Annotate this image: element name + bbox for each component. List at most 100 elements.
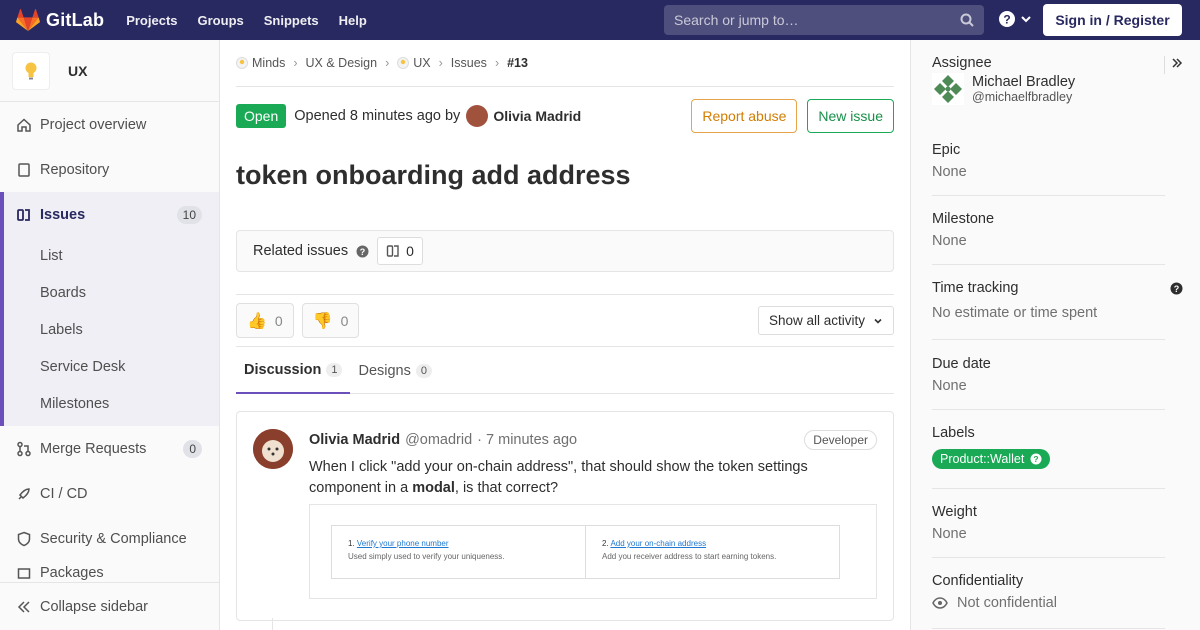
gitlab-logo[interactable]: GitLab [16, 9, 104, 31]
step-number: 1. [348, 539, 355, 548]
sidebar-item-merge-requests[interactable]: Merge Requests 0 [0, 426, 219, 471]
role-badge: Developer [804, 430, 877, 450]
collapse-sidebar-button[interactable]: Collapse sidebar [0, 582, 219, 630]
main-content: Minds › UX & Design › UX › Issues › #13 … [236, 40, 894, 630]
project-header[interactable]: UX [0, 40, 219, 102]
nav-snippets[interactable]: Snippets [264, 13, 319, 28]
nav-links: Projects Groups Snippets Help [126, 13, 387, 28]
thumbs-up-button[interactable]: 👍 0 [236, 303, 294, 338]
question-circle-icon[interactable]: ? [1170, 282, 1183, 295]
note-header: Olivia Madrid @omadrid · 7 minutes ago D… [309, 430, 877, 450]
sidebar-subitem-service-desk[interactable]: Service Desk [4, 348, 219, 385]
note-timestamp[interactable]: · 7 minutes ago [477, 432, 577, 448]
sidebar-item-ci-cd[interactable]: CI / CD [0, 471, 219, 516]
separator [1164, 56, 1165, 74]
activity-filter-label: Show all activity [768, 313, 865, 328]
thumbs-up-icon: 👍 [247, 312, 267, 330]
sidebar-item-security[interactable]: Security & Compliance [0, 516, 219, 561]
weight-value: None [932, 526, 967, 542]
breadcrumb: Minds › UX & Design › UX › Issues › #13 [236, 40, 894, 87]
note-body: When I click "add your on-chain address"… [309, 457, 877, 499]
breadcrumb-separator: › [293, 56, 298, 70]
attached-screenshot[interactable]: 1. Verify your phone number Used simply … [309, 504, 877, 599]
sidebar-item-packages[interactable]: Packages [0, 561, 219, 583]
sidebar-subitem-boards[interactable]: Boards [4, 274, 219, 311]
shield-icon [16, 531, 32, 547]
epic-block: Epic None [932, 142, 1165, 196]
sidebar-subitem-labels[interactable]: Labels [4, 311, 219, 348]
double-chevron-right-icon[interactable] [1171, 57, 1183, 69]
nav-help[interactable]: Help [339, 13, 367, 28]
nav-projects[interactable]: Projects [126, 13, 177, 28]
screenshot-step-2: 2. Add your on-chain address Add you rec… [585, 526, 839, 578]
report-abuse-button[interactable]: Report abuse [691, 98, 798, 133]
nav-groups[interactable]: Groups [198, 13, 244, 28]
thread-line [272, 618, 273, 630]
milestone-block: Milestone None [932, 211, 1165, 265]
brand-name: GitLab [46, 9, 105, 30]
time-tracking-value: No estimate or time spent [932, 305, 1098, 321]
opened-text: Opened 8 minutes ago by [294, 107, 461, 124]
collapse-sidebar-label: Collapse sidebar [40, 598, 149, 615]
search-placeholder: Search or jump to… [674, 12, 799, 28]
assignee-block: Assignee Michael Bradley @michaelfbradle… [932, 55, 1183, 140]
note-author-handle[interactable]: @omadrid [405, 432, 472, 448]
thumbs-down-button[interactable]: 👎 0 [301, 303, 360, 338]
confidentiality-row: Not confidential [932, 595, 1165, 611]
labels-title: Labels [932, 425, 975, 441]
assignee-row[interactable]: Michael Bradley @michaelfbradley [932, 73, 1165, 105]
activity-filter-dropdown[interactable]: Show all activity [757, 306, 894, 335]
breadcrumb-issues[interactable]: Issues [451, 56, 487, 70]
rocket-icon [16, 486, 32, 502]
question-circle-icon[interactable]: ? [356, 245, 369, 258]
sidebar-subitem-list[interactable]: List [4, 237, 219, 274]
screenshot-step-1: 1. Verify your phone number Used simply … [332, 526, 585, 578]
milestone-title: Milestone [932, 211, 995, 227]
breadcrumb-ux[interactable]: UX [413, 56, 430, 70]
label-pill[interactable]: Product::Wallet ? [932, 449, 1051, 469]
time-tracking-title: Time tracking [932, 280, 1019, 296]
sidebar-item-project-overview[interactable]: Project overview [0, 102, 219, 147]
breadcrumb-ux-design[interactable]: UX & Design [306, 56, 378, 70]
search-input[interactable]: Search or jump to… [664, 5, 984, 35]
svg-text:?: ? [1034, 454, 1039, 464]
issues-count-badge: 10 [176, 205, 202, 224]
sidebar-item-label: Project overview [40, 116, 147, 133]
sidebar-subitem-milestones[interactable]: Milestones [4, 385, 219, 422]
breadcrumb-separator: › [494, 56, 500, 70]
breadcrumb-minds[interactable]: Minds [252, 56, 285, 70]
author-avatar[interactable] [466, 104, 489, 127]
tanuki-icon [16, 9, 40, 31]
lightbulb-icon [25, 62, 37, 79]
breadcrumb-current[interactable]: #13 [507, 56, 528, 70]
due-date-title: Due date [932, 356, 991, 372]
tab-label: Discussion [244, 361, 322, 378]
related-issues-label: Related issues [253, 243, 349, 259]
chevron-down-icon [1021, 16, 1031, 23]
project-name: UX [68, 62, 88, 79]
author-name[interactable]: Olivia Madrid [493, 108, 581, 124]
due-date-value: None [932, 378, 967, 394]
issue-tabs: Discussion 1 Designs 0 [236, 347, 894, 394]
sign-in-button[interactable]: Sign in / Register [1043, 4, 1182, 36]
tab-count: 1 [326, 362, 343, 377]
assignee-title: Assignee [932, 55, 992, 71]
double-chevron-left-icon [16, 599, 32, 615]
sidebar-item-label: Issues [40, 206, 86, 223]
sidebar-item-repository[interactable]: Repository [0, 147, 219, 192]
epic-title: Epic [932, 142, 961, 158]
tab-discussion[interactable]: Discussion 1 [236, 347, 351, 394]
time-tracking-block: Time tracking ? No estimate or time spen… [932, 280, 1183, 340]
eye-icon [932, 597, 948, 609]
doc-icon [16, 162, 32, 178]
new-issue-button[interactable]: New issue [807, 98, 894, 133]
help-dropdown[interactable]: ? [998, 10, 1032, 28]
sidebar-item-issues[interactable]: Issues 10 [0, 192, 219, 237]
step-description: Used simply used to verify your uniquene… [348, 552, 505, 561]
thumbs-down-icon: 👎 [312, 312, 333, 330]
note-author-avatar[interactable] [253, 429, 293, 469]
question-circle-icon: ? [999, 11, 1015, 27]
note-body-bold: modal [412, 480, 455, 496]
tab-designs[interactable]: Designs 0 [350, 347, 440, 394]
note-author-name[interactable]: Olivia Madrid [309, 432, 400, 448]
